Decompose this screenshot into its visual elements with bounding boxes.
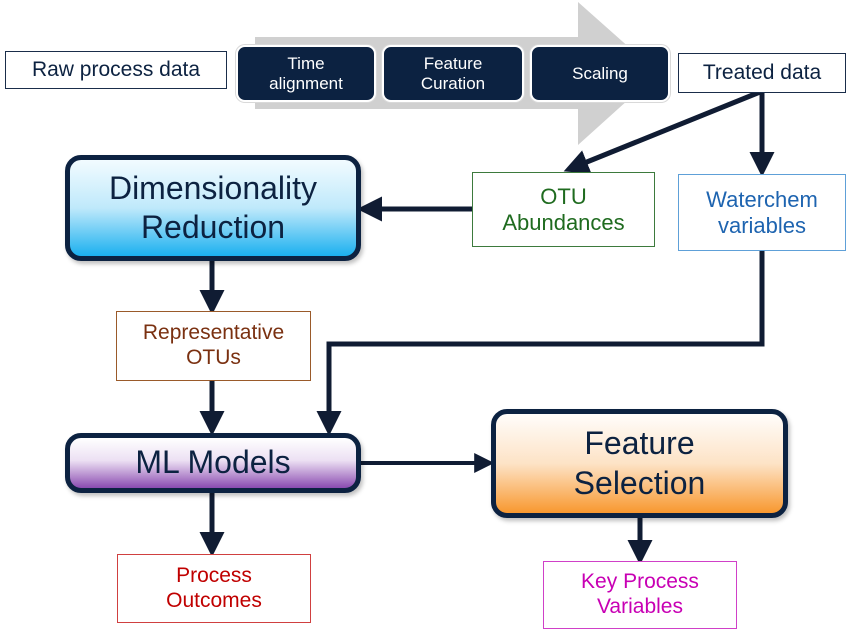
step-scaling: Scaling	[530, 45, 670, 102]
waterchem-variables-label: Waterchem variables	[706, 186, 818, 238]
feature-selection-box: Feature Selection	[491, 409, 788, 518]
key-process-variables-box: Key Process Variables	[543, 561, 737, 629]
step-feature-curation: Feature Curation	[382, 45, 524, 102]
feature-selection-label: Feature Selection	[573, 425, 706, 501]
raw-process-data-label: Raw process data	[31, 57, 201, 81]
waterchem-variables-box: Waterchem variables	[678, 174, 846, 251]
treated-data-box: Treated data	[678, 53, 846, 93]
otu-abundances-box: OTU Abundances	[472, 172, 655, 247]
dimensionality-reduction-label: Dimensionality Reduction	[108, 169, 318, 245]
step-scaling-label: Scaling	[572, 63, 628, 83]
raw-process-data-box: Raw process data	[5, 51, 227, 89]
ml-models-box: ML Models	[65, 433, 361, 493]
edge-waterchem-to-ml	[316, 250, 765, 436]
process-outcomes-box: Process Outcomes	[117, 554, 311, 623]
step-feature-curation-label: Feature Curation	[420, 53, 486, 93]
otu-abundances-label: OTU Abundances	[502, 183, 625, 235]
step-time-alignment-label: Time alignment	[269, 53, 343, 93]
step-time-alignment: Time alignment	[236, 45, 376, 102]
dimensionality-reduction-box: Dimensionality Reduction	[65, 155, 361, 261]
treated-data-label: Treated data	[702, 60, 822, 84]
process-outcomes-label: Process Outcomes	[166, 563, 262, 612]
ml-models-label: ML Models	[135, 444, 291, 481]
key-process-variables-label: Key Process Variables	[581, 570, 699, 618]
representative-otus-box: Representative OTUs	[116, 311, 311, 381]
representative-otus-label: Representative OTUs	[142, 321, 285, 369]
